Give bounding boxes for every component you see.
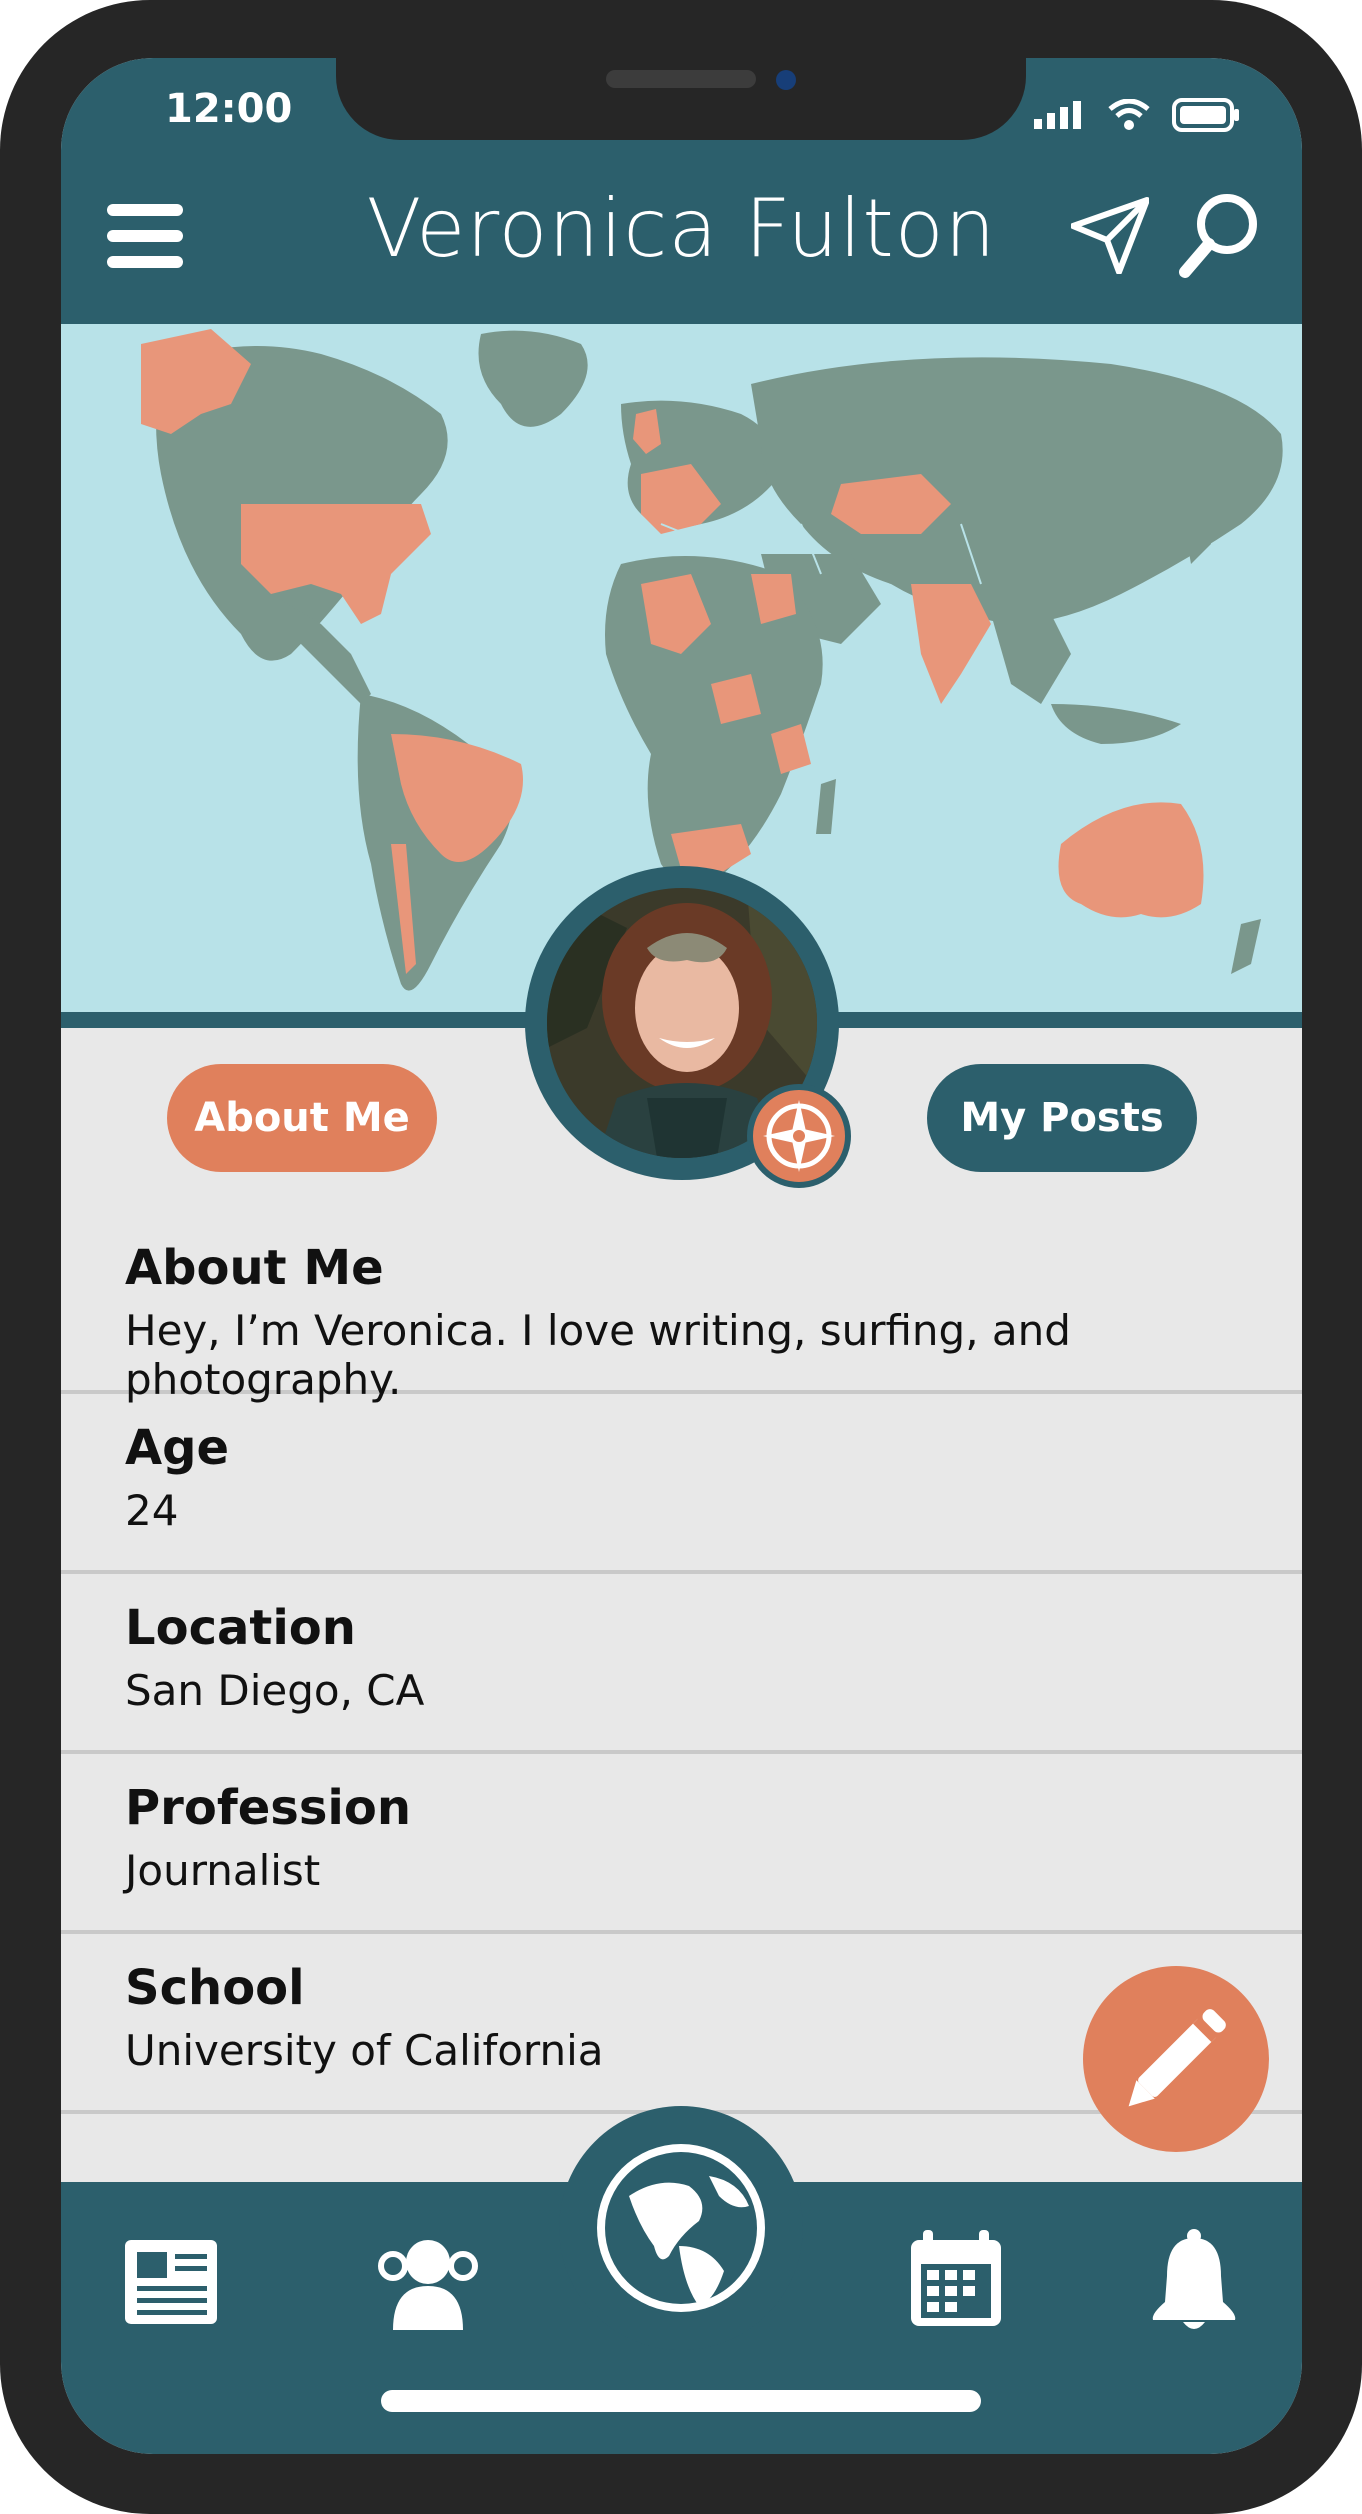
compass-icon[interactable] [747,1084,851,1188]
people-icon[interactable] [373,2226,483,2336]
field-value: 24 [125,1486,179,1535]
battery-icon [1172,98,1239,132]
home-indicator[interactable] [381,2390,981,2412]
field-value: San Diego, CA [125,1666,425,1715]
list-item: Age 24 [61,1394,1302,1574]
signal-icon [1034,101,1081,129]
field-value: Journalist [125,1846,321,1895]
status-icons [1032,98,1242,132]
phone-camera [776,70,796,90]
list-item: Profession Journalist [61,1754,1302,1934]
wifi-icon [1108,99,1150,130]
globe-nav-button[interactable] [559,2106,803,2350]
field-label: About Me [125,1240,384,1296]
pencil-icon [1128,2009,1226,2107]
edit-profile-button[interactable] [1083,1966,1269,2152]
app-screen: 12:00 Veronica Fulton About Me My Posts … [61,58,1302,2454]
profile-avatar[interactable] [525,866,851,1188]
list-item: Location San Diego, CA [61,1574,1302,1754]
paper-plane-icon[interactable] [1071,196,1149,274]
field-value: Hey, I’m Veronica. I love writing, surfi… [125,1306,1071,1404]
field-label: Age [125,1420,230,1476]
my-posts-button[interactable]: My Posts [927,1064,1197,1172]
about-me-button[interactable]: About Me [167,1064,437,1172]
phone-speaker [606,70,756,88]
globe-icon [597,2144,765,2312]
search-icon[interactable] [1179,192,1259,278]
list-item: About Me Hey, I’m Veronica. I love writi… [61,1214,1302,1404]
field-label: Location [125,1600,356,1656]
bell-icon[interactable] [1139,2224,1249,2334]
newspaper-icon[interactable] [115,2226,225,2336]
status-time: 12:00 [165,86,293,132]
app-header: Veronica Fulton [61,148,1302,324]
calendar-icon[interactable] [901,2222,1011,2332]
field-label: Profession [125,1780,412,1836]
